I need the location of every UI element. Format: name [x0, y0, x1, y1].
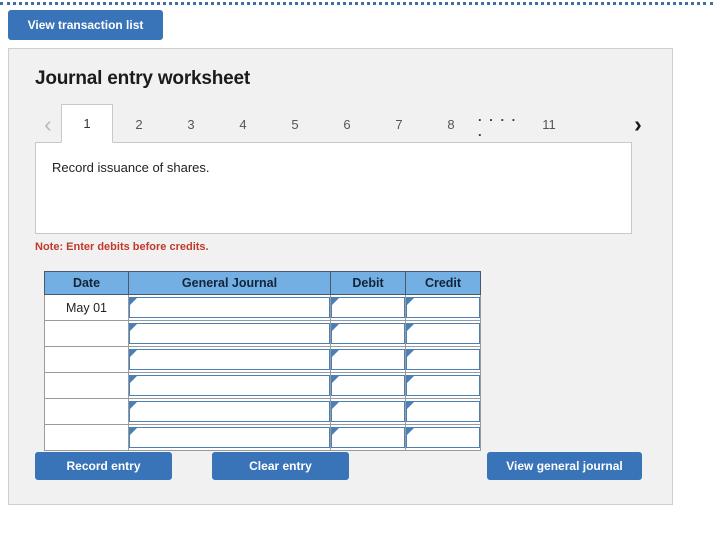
journal-account-input-cell: [128, 398, 331, 425]
journal-credit-input-cell: [405, 398, 481, 425]
journal-account-input[interactable]: [129, 427, 330, 448]
journal-date-cell[interactable]: [44, 424, 129, 451]
table-row: [44, 346, 481, 373]
page-title: Journal entry worksheet: [35, 68, 251, 89]
journal-account-input-cell: [128, 320, 331, 347]
journal-debit-input-cell: [330, 424, 406, 451]
table-row: [44, 424, 481, 451]
journal-debit-input-cell: [330, 320, 406, 347]
column-header-debit: Debit: [330, 271, 406, 295]
page-root: View transaction list Journal entry work…: [0, 0, 713, 544]
journal-debit-input-cell: [330, 346, 406, 373]
journal-account-input-cell: [128, 346, 331, 373]
top-divider: [0, 2, 713, 5]
journal-credit-input-cell: [405, 346, 481, 373]
table-row: [44, 398, 481, 425]
journal-credit-input[interactable]: [406, 323, 480, 344]
journal-account-input[interactable]: [129, 375, 330, 396]
journal-credit-input[interactable]: [406, 349, 480, 370]
table-row: [44, 320, 481, 347]
worksheet-tab[interactable]: 7: [373, 105, 425, 143]
worksheet-tab-list: 12345678. . . . . 11: [61, 104, 575, 143]
journal-credit-input[interactable]: [406, 401, 480, 422]
view-general-journal-button[interactable]: View general journal: [487, 452, 642, 480]
worksheet-tab[interactable]: 1: [61, 104, 113, 143]
journal-debit-input-cell: [330, 372, 406, 399]
journal-credit-input-cell: [405, 424, 481, 451]
journal-debit-input[interactable]: [331, 323, 405, 344]
journal-date-cell[interactable]: [44, 346, 129, 373]
journal-entry-table: Date General Journal Debit Credit May 01: [44, 271, 481, 451]
journal-account-input-cell: [128, 372, 331, 399]
journal-credit-input[interactable]: [406, 297, 480, 318]
table-row: May 01: [44, 294, 481, 321]
journal-debit-input[interactable]: [331, 427, 405, 448]
worksheet-tab[interactable]: 3: [165, 105, 217, 143]
worksheet-tab[interactable]: 8: [425, 105, 477, 143]
worksheet-tab[interactable]: 6: [321, 105, 373, 143]
journal-account-input-cell: [128, 424, 331, 451]
worksheet-tab[interactable]: 11: [523, 105, 575, 143]
view-transaction-list-button[interactable]: View transaction list: [8, 10, 163, 40]
worksheet-tab[interactable]: 2: [113, 105, 165, 143]
column-header-general-journal: General Journal: [128, 271, 331, 295]
clear-entry-button[interactable]: Clear entry: [212, 452, 349, 480]
journal-date-cell[interactable]: [44, 320, 129, 347]
journal-debit-input[interactable]: [331, 349, 405, 370]
journal-debit-input-cell: [330, 398, 406, 425]
journal-debit-input[interactable]: [331, 401, 405, 422]
column-header-date: Date: [44, 271, 129, 295]
journal-credit-input[interactable]: [406, 375, 480, 396]
chevron-left-icon[interactable]: ‹: [35, 109, 61, 139]
worksheet-tab[interactable]: 5: [269, 105, 321, 143]
journal-debit-input-cell: [330, 294, 406, 321]
journal-account-input[interactable]: [129, 323, 330, 344]
journal-credit-input-cell: [405, 372, 481, 399]
journal-date-cell[interactable]: May 01: [44, 294, 129, 321]
journal-entry-panel: Journal entry worksheet ‹ 12345678. . . …: [8, 48, 673, 505]
journal-date-cell[interactable]: [44, 398, 129, 425]
worksheet-tab[interactable]: 4: [217, 105, 269, 143]
debits-before-credits-note: Note: Enter debits before credits.: [35, 241, 209, 253]
journal-account-input[interactable]: [129, 297, 330, 318]
journal-debit-input[interactable]: [331, 297, 405, 318]
journal-credit-input-cell: [405, 294, 481, 321]
column-header-credit: Credit: [405, 271, 481, 295]
journal-credit-input-cell: [405, 320, 481, 347]
journal-account-input[interactable]: [129, 349, 330, 370]
journal-date-cell[interactable]: [44, 372, 129, 399]
chevron-right-icon[interactable]: ›: [625, 109, 651, 139]
worksheet-pager: ‹ 12345678. . . . . 11 ›: [35, 104, 651, 143]
worksheet-tab-ellipsis: . . . . .: [478, 109, 518, 139]
journal-account-input[interactable]: [129, 401, 330, 422]
instruction-box: Record issuance of shares.: [35, 142, 632, 234]
journal-account-input-cell: [128, 294, 331, 321]
journal-debit-input[interactable]: [331, 375, 405, 396]
record-entry-button[interactable]: Record entry: [35, 452, 172, 480]
table-header-row: Date General Journal Debit Credit: [44, 271, 481, 295]
table-row: [44, 372, 481, 399]
journal-credit-input[interactable]: [406, 427, 480, 448]
instruction-text: Record issuance of shares.: [52, 160, 210, 175]
